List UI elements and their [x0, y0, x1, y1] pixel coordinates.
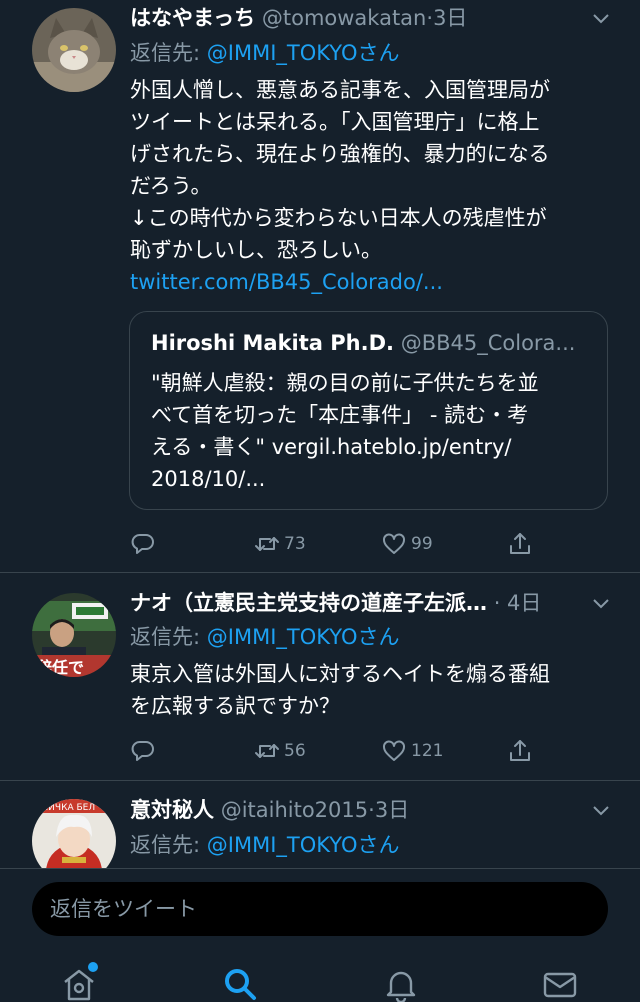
quoted-text: "朝鮮人虐殺：親の目の前に子供たちを並 べて首を切った「本庄事件」 - 読む・考…	[151, 371, 539, 491]
messages-icon[interactable]	[542, 966, 578, 1002]
retweet-icon	[255, 537, 279, 551]
reply-button[interactable]	[130, 734, 156, 768]
tweet-header: ナオ（立憲民主党支持の道産子左派… · 4日	[130, 591, 542, 615]
like-icon	[383, 740, 405, 761]
chevron-down-icon[interactable]	[592, 595, 610, 613]
chevron-down-icon[interactable]	[592, 802, 610, 820]
timestamp[interactable]: 3日	[433, 6, 467, 30]
new-content-badge	[88, 962, 98, 972]
tweet[interactable]: はなやまっち @tomowakatan·3日 返信先: @IMMI_TOKYOさ…	[0, 0, 640, 572]
like-button[interactable]: 121	[381, 734, 443, 768]
reply-context: 返信先: @IMMI_TOKYOさん	[130, 38, 399, 68]
tweet-text: 東京入管は外国人に対するヘイトを煽る番組 を広報する訳ですか？	[130, 662, 550, 718]
share-icon	[510, 533, 530, 554]
chevron-down-icon[interactable]	[592, 10, 610, 28]
bottom-tab-bar	[0, 944, 640, 1002]
reply-mention[interactable]: @IMMI_TOKYOさん	[207, 625, 400, 649]
svg-text:辞任で: 辞任で	[36, 658, 84, 677]
user-handle[interactable]: @itaihito2015	[221, 798, 368, 822]
tweet-divider	[0, 572, 640, 573]
reply-composer-bar: 返信をツイート	[0, 868, 640, 945]
like-button[interactable]: 99	[381, 527, 433, 561]
tweet-header: はなやまっち @tomowakatan·3日	[130, 6, 468, 30]
like-count: 121	[411, 741, 444, 761]
tweet-text: 外国人憎し、悪意ある記事を、入国管理局が ツイートとは呆れる。「入国管理庁」に格…	[130, 74, 610, 298]
avatar[interactable]	[32, 8, 116, 92]
user-handle[interactable]: @tomowakatan	[262, 6, 427, 30]
svg-text:ЧИЧКА БЕЛ: ЧИЧКА БЕЛ	[42, 803, 95, 813]
share-icon	[510, 740, 530, 761]
timestamp[interactable]: 4日	[507, 591, 541, 615]
reply-icon	[131, 534, 154, 554]
reply-label: 返信先:	[130, 625, 207, 649]
reply-context: 返信先: @IMMI_TOKYOさん	[130, 622, 399, 652]
quoted-header: Hiroshi Makita Ph.D. @BB45_Colora...	[151, 328, 591, 358]
tweet-actions: 56 121	[0, 734, 640, 768]
like-count: 99	[411, 534, 433, 554]
reply-label: 返信先:	[130, 833, 207, 857]
reply-placeholder: 返信をツイート	[50, 897, 197, 921]
notifications-icon[interactable]	[383, 966, 419, 1002]
tweet-actions: 73 99	[0, 527, 640, 561]
retweet-button[interactable]: 56	[254, 734, 306, 768]
reply-label: 返信先:	[130, 41, 207, 65]
reply-mention[interactable]: @IMMI_TOKYOさん	[207, 833, 400, 857]
retweet-count: 73	[284, 534, 306, 554]
tweet[interactable]: 辞任で ナオ（立憲民主党支持の道産子左派… · 4日 返信先: @IMMI_TO…	[0, 585, 640, 780]
retweet-count: 56	[284, 741, 306, 761]
reply-icon	[131, 741, 154, 761]
share-button[interactable]	[507, 527, 533, 561]
reply-context: 返信先: @IMMI_TOKYOさん	[130, 830, 399, 860]
search-icon[interactable]	[222, 966, 258, 1002]
reply-input[interactable]: 返信をツイート	[32, 882, 608, 936]
display-name[interactable]: はなやまっち	[130, 6, 255, 30]
reply-mention[interactable]: @IMMI_TOKYOさん	[207, 41, 400, 65]
tweet-header: 意対秘人 @itaihito2015·3日	[130, 798, 410, 822]
quoted-handle: @BB45_Colora...	[400, 331, 576, 355]
timestamp[interactable]: 3日	[375, 798, 409, 822]
retweet-button[interactable]: 73	[254, 527, 306, 561]
reply-button[interactable]	[130, 527, 156, 561]
display-name[interactable]: ナオ（立憲民主党支持の道産子左派…	[130, 591, 487, 615]
tweet-link[interactable]: twitter.com/BB45_Colorado/...	[130, 266, 610, 298]
display-name[interactable]: 意対秘人	[130, 798, 214, 822]
tweet[interactable]: ЧИЧКА БЕЛ 意対秘人 @itaihito2015·3日 返信先: @IM…	[0, 792, 640, 868]
avatar[interactable]: ЧИЧКА БЕЛ	[32, 799, 116, 868]
retweet-icon	[255, 744, 279, 758]
like-icon	[383, 533, 405, 554]
quoted-display-name: Hiroshi Makita Ph.D.	[151, 331, 394, 355]
share-button[interactable]	[507, 734, 533, 768]
tweet-divider	[0, 780, 640, 781]
avatar[interactable]: 辞任で	[32, 593, 116, 677]
quoted-tweet[interactable]: Hiroshi Makita Ph.D. @BB45_Colora... "朝鮮…	[129, 311, 608, 510]
